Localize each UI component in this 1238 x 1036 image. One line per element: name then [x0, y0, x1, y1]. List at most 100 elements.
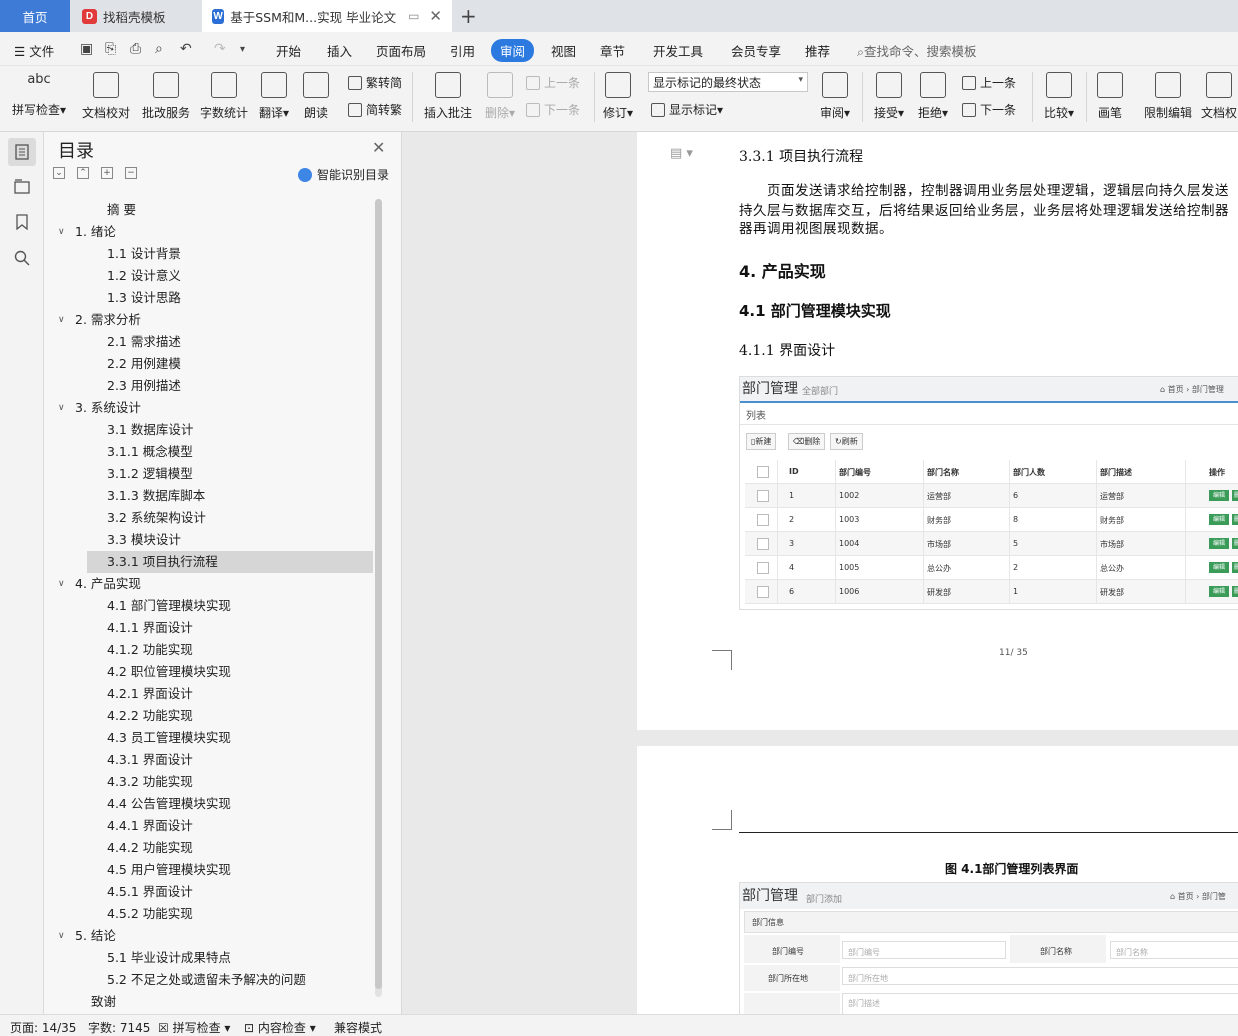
- toc-item[interactable]: ∨ 4. 产品实现: [58, 573, 141, 595]
- translate-button[interactable]: 翻译▾: [254, 66, 294, 130]
- add-heading-icon[interactable]: +: [101, 167, 113, 179]
- toc-item[interactable]: 3.1.2 逻辑模型: [107, 463, 193, 485]
- menu-insert[interactable]: 插入: [327, 41, 352, 60]
- customize-icon[interactable]: ▾: [240, 44, 245, 55]
- toc-item[interactable]: 4.4.2 功能实现: [107, 837, 193, 859]
- smart-toc-button[interactable]: 智能识别目录: [298, 166, 389, 183]
- batch-service-button[interactable]: 批改服务: [138, 66, 194, 130]
- paragraph-icon[interactable]: ▤ ▾: [670, 146, 693, 161]
- insert-comment-button[interactable]: 插入批注: [420, 66, 476, 130]
- toc-item[interactable]: 4.1 部门管理模块实现: [107, 595, 231, 617]
- prev-change-button[interactable]: 上一条: [962, 74, 1016, 91]
- spellcheck-status[interactable]: ☒ 拼写检查 ▾: [158, 1019, 230, 1036]
- chevron-down-icon[interactable]: ∨: [58, 925, 65, 947]
- toc-item[interactable]: ∨ 1. 绪论: [58, 221, 116, 243]
- chapter-nav-icon[interactable]: [8, 172, 36, 200]
- command-search[interactable]: ⌕查找命令、搜索模板: [857, 41, 977, 60]
- next-comment-button[interactable]: 下一条: [526, 101, 580, 118]
- delete-comment-button[interactable]: 删除▾: [480, 66, 520, 130]
- toc-scrollbar[interactable]: [375, 199, 382, 997]
- show-markup-button[interactable]: 显示标记 ▾: [651, 101, 723, 118]
- menu-chapter[interactable]: 章节: [600, 41, 625, 60]
- tab-home[interactable]: 首页: [0, 0, 70, 32]
- review-pane-button[interactable]: 审阅▾: [816, 66, 854, 130]
- toc-item[interactable]: 3.1 数据库设计: [107, 419, 193, 441]
- file-menu[interactable]: ☰ 文件: [14, 41, 54, 60]
- toc-item[interactable]: 1.2 设计意义: [107, 265, 181, 287]
- toc-item[interactable]: 4.5.2 功能实现: [107, 903, 193, 925]
- toc-item[interactable]: ∨ 3. 系统设计: [58, 397, 141, 419]
- chevron-down-icon[interactable]: ∨: [58, 309, 65, 331]
- accept-button[interactable]: 接受▾: [870, 66, 908, 130]
- print-preview-icon[interactable]: ⌕: [155, 41, 163, 57]
- toc-item[interactable]: 4.2.1 界面设计: [107, 683, 193, 705]
- toc-item[interactable]: 4.1.2 功能实现: [107, 639, 193, 661]
- tab-document[interactable]: W 基于SSM和M...实现 毕业论文 ▭ ✕: [202, 0, 452, 32]
- traditional-to-simplified-button[interactable]: 繁转简: [348, 74, 402, 91]
- toc-item[interactable]: 4.2 职位管理模块实现: [107, 661, 231, 683]
- toc-item[interactable]: 1.1 设计背景: [107, 243, 181, 265]
- markup-state-select[interactable]: 显示标记的最终状态 ▾: [648, 72, 808, 92]
- undo-icon[interactable]: ↶: [180, 41, 192, 57]
- next-change-button[interactable]: 下一条: [962, 101, 1016, 118]
- chevron-down-icon[interactable]: ∨: [58, 397, 65, 419]
- toc-item[interactable]: ∨ 5. 结论: [58, 925, 116, 947]
- chevron-down-icon[interactable]: ∨: [58, 221, 65, 243]
- menu-recommend[interactable]: 推荐: [805, 41, 830, 60]
- export-icon[interactable]: ⎘: [105, 41, 116, 57]
- toc-item[interactable]: 4.4 公告管理模块实现: [107, 793, 231, 815]
- menu-start[interactable]: 开始: [276, 41, 301, 60]
- window-icon[interactable]: ▭: [408, 9, 419, 23]
- pen-button[interactable]: 画笔: [1094, 66, 1126, 130]
- toc-item[interactable]: 致谢: [91, 991, 116, 1013]
- toc-item[interactable]: 4.5.1 界面设计: [107, 881, 193, 903]
- toc-item[interactable]: 4.3.2 功能实现: [107, 771, 193, 793]
- toc-item[interactable]: 3.1.3 数据库脚本: [107, 485, 205, 507]
- menu-layout[interactable]: 页面布局: [376, 41, 426, 60]
- menu-member[interactable]: 会员专享: [731, 41, 781, 60]
- spellcheck-button[interactable]: abc 拼写检查▾: [8, 66, 70, 130]
- toc-panel-icon[interactable]: [8, 138, 36, 166]
- toc-item[interactable]: 4.1.1 界面设计: [107, 617, 193, 639]
- toc-item[interactable]: 3.3.1 项目执行流程: [87, 551, 373, 573]
- toc-item[interactable]: 4.4.1 界面设计: [107, 815, 193, 837]
- bookmark-icon[interactable]: [8, 208, 36, 236]
- page-indicator[interactable]: 页面: 14/35: [10, 1019, 76, 1036]
- chevron-down-icon[interactable]: ∨: [58, 573, 65, 595]
- close-icon[interactable]: ✕: [372, 138, 385, 157]
- toc-item[interactable]: 5.1 毕业设计成果特点: [107, 947, 231, 969]
- toc-item[interactable]: 2.2 用例建模: [107, 353, 181, 375]
- remove-heading-icon[interactable]: −: [125, 167, 137, 179]
- close-tab-icon[interactable]: ✕: [429, 7, 442, 25]
- reject-button[interactable]: 拒绝▾: [914, 66, 952, 130]
- toc-item[interactable]: 3.1.1 概念模型: [107, 441, 193, 463]
- prev-comment-button[interactable]: 上一条: [526, 74, 580, 91]
- toc-item[interactable]: 4.3 员工管理模块实现: [107, 727, 231, 749]
- search-icon[interactable]: [8, 244, 36, 272]
- expand-all-icon[interactable]: ⌄: [53, 167, 65, 179]
- simplified-to-traditional-button[interactable]: 简转繁: [348, 101, 402, 118]
- toc-item[interactable]: 摘 要: [107, 199, 136, 221]
- save-icon[interactable]: ▣: [80, 41, 93, 57]
- tab-docer[interactable]: D 找稻壳模板: [72, 0, 200, 32]
- track-changes-button[interactable]: 修订▾: [600, 66, 636, 130]
- toc-item[interactable]: 3.2 系统架构设计: [107, 507, 206, 529]
- redo-icon[interactable]: ↷: [214, 41, 226, 57]
- toc-item[interactable]: ∨ 2. 需求分析: [58, 309, 141, 331]
- toc-item[interactable]: 4.5 用户管理模块实现: [107, 859, 231, 881]
- content-check-status[interactable]: ⊡ 内容检查 ▾: [244, 1019, 316, 1036]
- wordcount-button[interactable]: 字数统计: [198, 66, 250, 130]
- restrict-editing-button[interactable]: 限制编辑: [1140, 66, 1196, 130]
- compare-button[interactable]: 比较▾: [1040, 66, 1078, 130]
- menu-review[interactable]: 审阅: [491, 39, 535, 62]
- doc-rights-button[interactable]: 文档权: [1200, 66, 1238, 130]
- proofread-button[interactable]: 文档校对: [78, 66, 134, 130]
- toc-item[interactable]: 1.3 设计思路: [107, 287, 181, 309]
- menu-references[interactable]: 引用: [450, 41, 475, 60]
- toc-scrollbar-thumb[interactable]: [375, 199, 382, 989]
- collapse-all-icon[interactable]: ⌃: [77, 167, 89, 179]
- read-aloud-button[interactable]: 朗读: [298, 66, 334, 130]
- print-icon[interactable]: ⎙: [130, 41, 141, 57]
- new-tab-icon[interactable]: +: [460, 4, 477, 28]
- toc-item[interactable]: 2.3 用例描述: [107, 375, 181, 397]
